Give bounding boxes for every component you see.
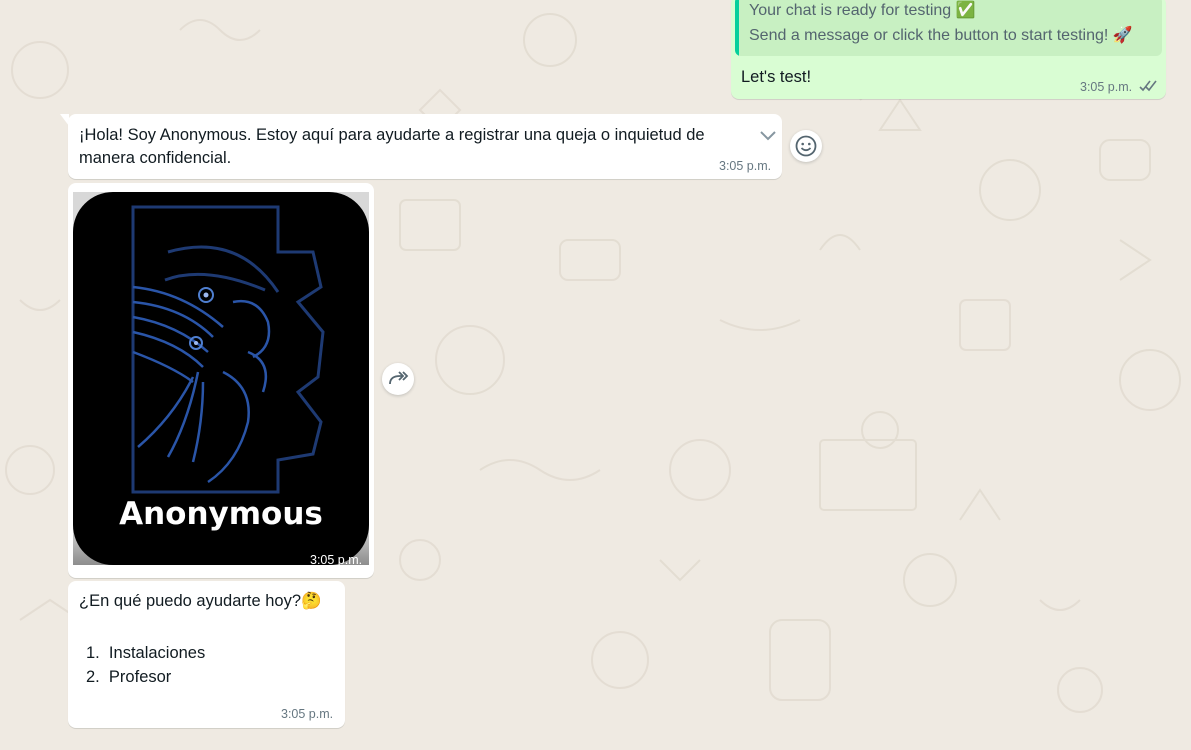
anonymous-logo-image[interactable]: Anonymous bbox=[73, 192, 369, 565]
forward-button[interactable] bbox=[382, 363, 414, 395]
greeting-time: 3:05 p.m. bbox=[719, 159, 772, 173]
question-message[interactable]: ¿En qué puedo ayudarte hoy?🤔 1. Instalac… bbox=[68, 581, 345, 728]
outgoing-time: 3:05 p.m. bbox=[1080, 80, 1133, 94]
double-check-icon bbox=[1139, 80, 1157, 92]
greeting-line-1: ¡Hola! Soy Anonymous. Estoy aquí para ay… bbox=[79, 126, 705, 144]
chevron-down-icon[interactable] bbox=[758, 129, 778, 143]
text-fade bbox=[724, 122, 754, 148]
quoted-message[interactable]: Your chat is ready for testing ✅ Send a … bbox=[735, 0, 1162, 56]
image-message[interactable]: Anonymous 3:05 p.m. bbox=[68, 183, 374, 578]
quote-line-1: Your chat is ready for testing ✅ bbox=[749, 2, 976, 19]
greeting-line-2: manera confidencial. bbox=[79, 149, 232, 167]
quote-line-2: Send a message or click the button to st… bbox=[749, 27, 1133, 44]
react-button[interactable] bbox=[790, 130, 822, 162]
greeting-message[interactable]: ¡Hola! Soy Anonymous. Estoy aquí para ay… bbox=[68, 114, 782, 179]
option-2[interactable]: 2. Profesor bbox=[86, 666, 171, 689]
option-1[interactable]: 1. Instalaciones bbox=[86, 642, 205, 665]
question-text: ¿En qué puedo ayudarte hoy?🤔 bbox=[79, 592, 322, 610]
outgoing-text: Let's test! bbox=[741, 68, 812, 86]
image-time: 3:05 p.m. bbox=[310, 553, 363, 567]
question-time: 3:05 p.m. bbox=[281, 707, 334, 721]
outgoing-message[interactable]: Your chat is ready for testing ✅ Send a … bbox=[731, 0, 1166, 99]
smiley-icon bbox=[795, 135, 817, 157]
forward-icon bbox=[389, 371, 409, 385]
quote-bar bbox=[735, 0, 739, 56]
